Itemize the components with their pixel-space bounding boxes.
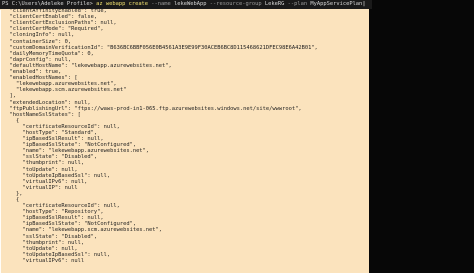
terminal-empty-area bbox=[369, 0, 474, 273]
arg-flag-plan: --plan bbox=[284, 1, 311, 7]
command-output: "availabilityState": "Normal", "clientAf… bbox=[3, 2, 367, 264]
arg-value-resource-group: LekeRG bbox=[264, 1, 285, 7]
terminal-window[interactable]: "availabilityState": "Normal", "clientAf… bbox=[0, 0, 474, 273]
command-row: PS C:\Users\Adeleke Profile> az webapp c… bbox=[0, 0, 474, 9]
command-line[interactable]: PS C:\Users\Adeleke Profile> az webapp c… bbox=[2, 1, 366, 8]
arg-value-name: lekeWebApp bbox=[174, 1, 207, 7]
output-line: "virtualIPv6": null bbox=[3, 257, 85, 264]
arg-flag-resource-group: --resource-group bbox=[206, 1, 265, 7]
text-cursor: | bbox=[362, 1, 366, 7]
window-edge bbox=[0, 10, 1, 273]
shell-prompt: PS C:\Users\Adeleke Profile> bbox=[2, 1, 97, 7]
arg-flag-name: --name bbox=[148, 1, 175, 7]
output-line: "customDomainVerificationId": "B636BC6BB… bbox=[3, 44, 318, 51]
command-name: az webapp create bbox=[96, 1, 149, 7]
arg-value-plan: MyAppServicePlan bbox=[310, 1, 363, 7]
